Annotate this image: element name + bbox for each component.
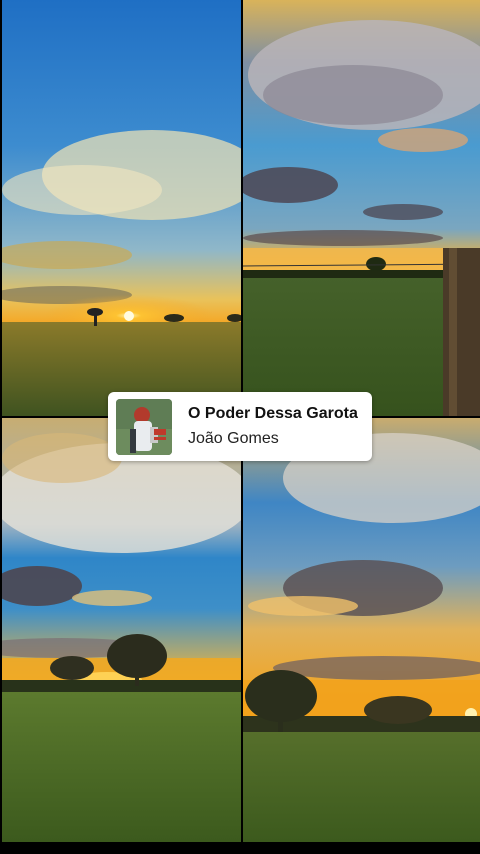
photo-trees-bottom-right <box>243 418 480 842</box>
photo-sunset-top-left <box>2 0 241 416</box>
artist-name: João Gomes <box>188 429 279 447</box>
track-info: O Poder Dessa Garota João Gomes <box>188 404 358 450</box>
music-sticker[interactable]: O Poder Dessa Garota João Gomes <box>108 392 372 461</box>
album-cover-art <box>116 398 172 455</box>
photo-field-top-right <box>243 0 480 416</box>
photo-trees-bottom-left <box>2 418 241 842</box>
song-title: O Poder Dessa Garota <box>188 404 358 422</box>
